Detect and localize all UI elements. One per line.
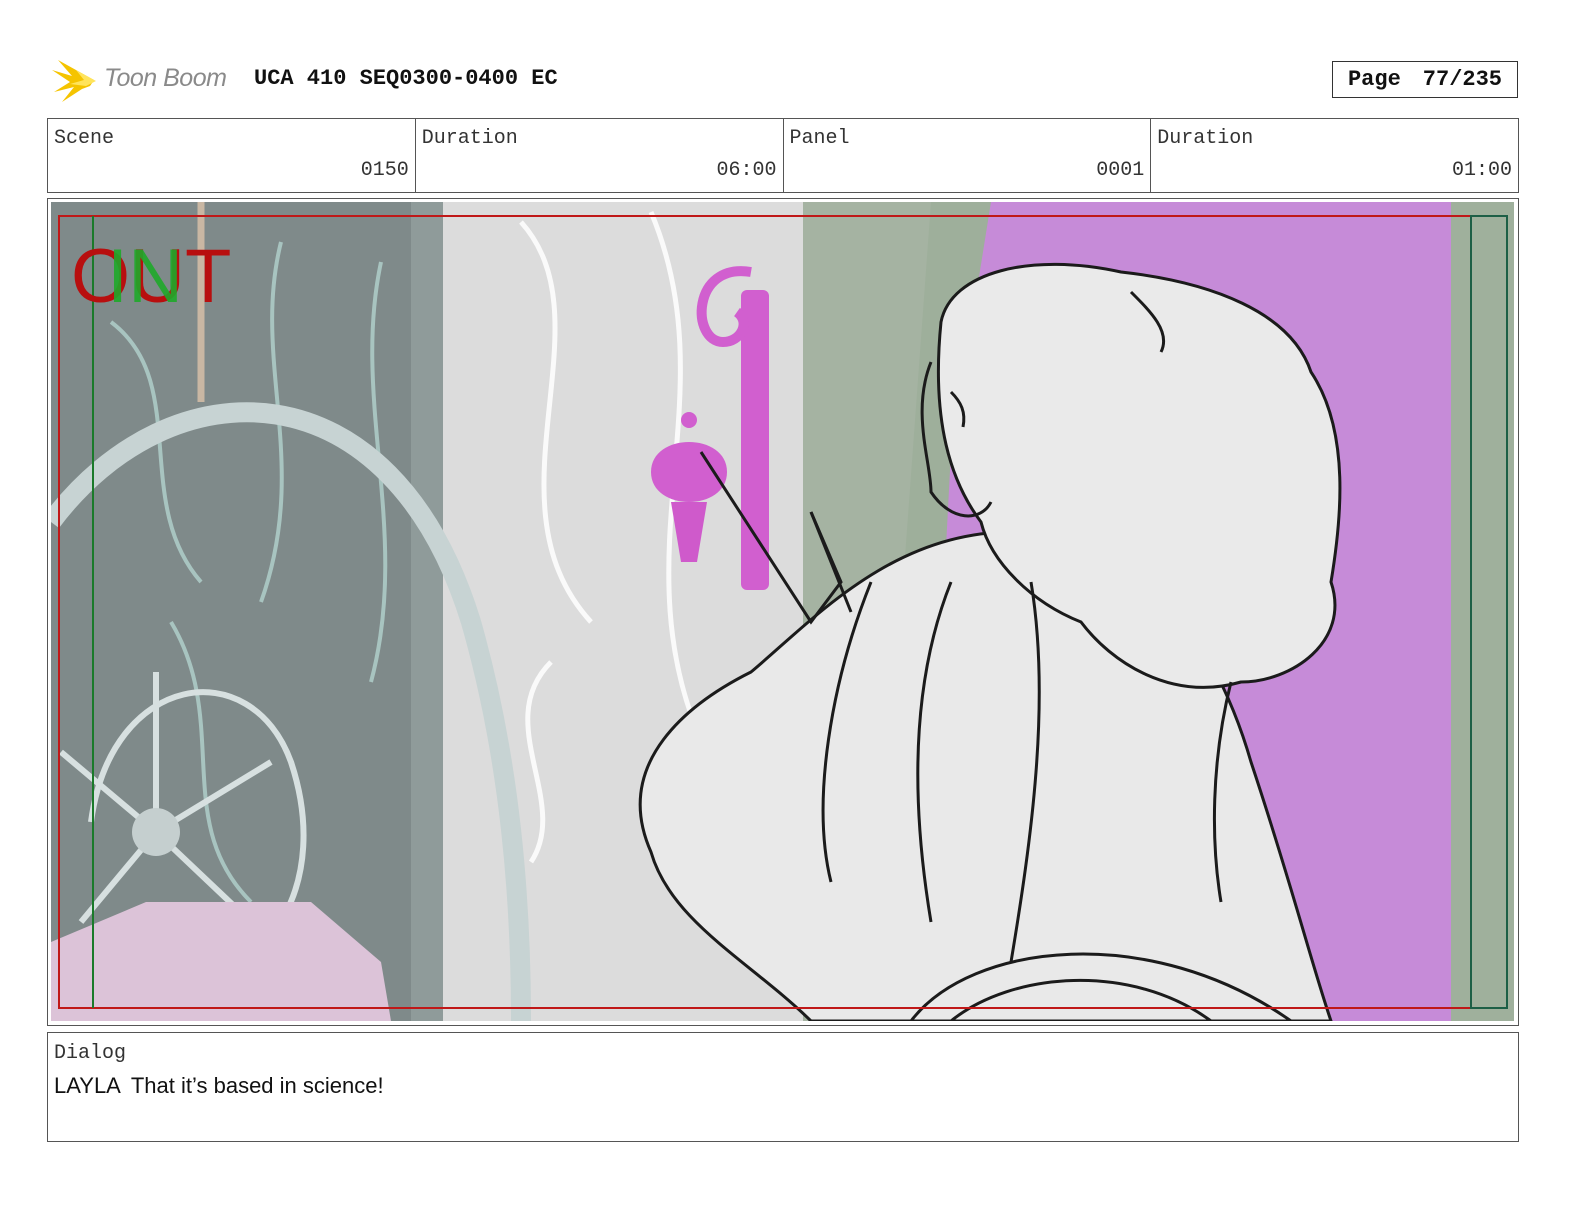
panel-duration-cell: Duration 01:00 [1151,119,1518,192]
logo-text: Toon Boom [104,64,227,92]
right-curtain [1451,202,1514,1021]
dialog-box: Dialog LAYLA That it’s based in science! [47,1032,1519,1142]
panel-value: 0001 [1096,159,1145,182]
dialog-line: That it’s based in science! [130,1073,384,1098]
dark-wall-left [51,202,451,1021]
panel-duration-label: Duration [1157,127,1254,150]
scene-duration-value: 06:00 [716,159,777,182]
chair-hub [132,808,180,856]
scene-duration-cell: Duration 06:00 [416,119,784,192]
dialog-text: LAYLA That it’s based in science! [54,1073,384,1099]
document-title: UCA 410 SEQ0300-0400 EC [254,66,558,91]
panel-info-table: Scene 0150 Duration 06:00 Panel 0001 Dur… [47,118,1519,193]
panel-label: Panel [789,127,850,150]
scene-duration-label: Duration [421,127,518,150]
storyboard-drawing: OUT IN [51,202,1514,1021]
scene-label: Scene [54,127,115,150]
starburst-icon [52,60,96,102]
page-number: 77/235 [1422,67,1503,92]
scene-value: 0150 [360,159,409,182]
panel-duration-value: 01:00 [1451,159,1512,182]
dialog-speaker: LAYLA [54,1073,121,1098]
toon-boom-logo: Toon Boom [52,56,238,106]
panel-cell: Panel 0001 [784,119,1152,192]
scene-cell: Scene 0150 [48,119,416,192]
page-indicator: Page 77/235 [1332,61,1518,98]
page-label: Page [1347,67,1401,92]
dialog-label: Dialog [54,1042,127,1065]
lamp-top [681,412,697,428]
storyboard-panel-frame: OUT IN [47,198,1519,1026]
in-marker: IN [107,234,183,319]
